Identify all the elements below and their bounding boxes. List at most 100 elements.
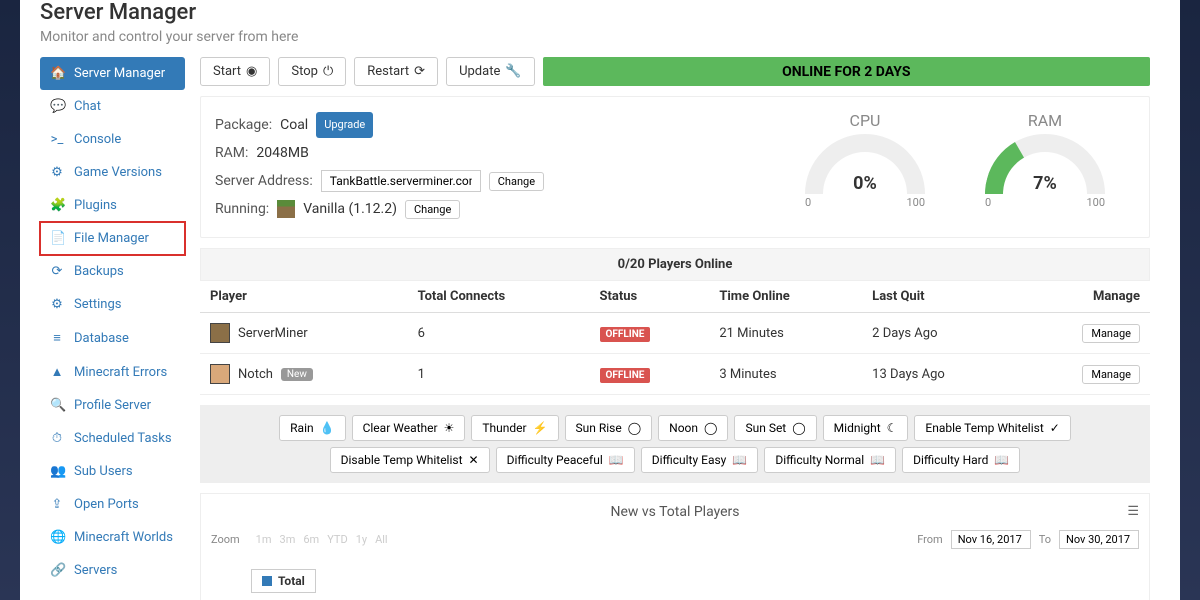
manage-player-button[interactable]: Manage [1082,365,1140,384]
action-difficulty-normal[interactable]: Difficulty Normal 📖 [764,447,896,473]
page-title: Server Manager [40,0,1150,25]
page-subtitle: Monitor and control your server from her… [40,29,1150,45]
sidebar-icon: 📄 [50,231,64,246]
zoom-6m[interactable]: 6m [303,533,319,546]
running-label: Running: [215,195,269,223]
action-icon: ◯ [792,421,805,435]
decorative-border [1180,0,1200,600]
action-sun-rise[interactable]: Sun Rise ◯ [565,415,653,441]
sidebar-icon: 🏠 [50,66,64,81]
power-icon: ⏻ [323,64,333,79]
sidebar-item-backups[interactable]: ⟳Backups [40,255,185,288]
refresh-icon: ⟳ [414,64,425,79]
sidebar-icon: ⚙ [50,297,64,312]
sidebar: 🏠Server Manager💬Chat>_Console⚙Game Versi… [40,57,185,600]
sidebar-item-open-ports[interactable]: ⇪Open Ports [40,488,185,521]
action-thunder[interactable]: Thunder ⚡ [471,415,558,441]
sidebar-icon: >_ [50,132,64,147]
players-online-header: 0/20 Players Online [200,248,1150,281]
sidebar-item-game-versions[interactable]: ⚙Game Versions [40,156,185,189]
update-button[interactable]: Update 🔧 [446,57,534,86]
sidebar-icon: ⟳ [50,264,64,279]
action-disable-temp-whitelist[interactable]: Disable Temp Whitelist ✕ [330,447,490,473]
action-clear-weather[interactable]: Clear Weather ☀ [352,415,466,441]
sidebar-item-file-manager[interactable]: 📄File Manager [40,222,185,255]
sidebar-item-plugins[interactable]: 🧩Plugins [40,189,185,222]
zoom-ytd[interactable]: YTD [327,533,347,546]
sidebar-icon: 🔗 [50,563,64,578]
addr-label: Server Address: [215,167,313,195]
action-difficulty-peaceful[interactable]: Difficulty Peaceful 📖 [496,447,635,473]
action-icon: ⚡ [533,421,548,435]
ram-gauge: RAM 7% 0100 [975,111,1115,223]
chart-title: New vs Total Players [211,504,1139,520]
action-sun-set[interactable]: Sun Set ◯ [734,415,816,441]
zoom-1y[interactable]: 1y [356,533,367,546]
legend-swatch [262,576,272,586]
decorative-border [0,0,20,600]
zoom-1m[interactable]: 1m [256,533,272,546]
action-enable-temp-whitelist[interactable]: Enable Temp Whitelist ✓ [914,415,1070,441]
players-table: Player Total Connects Status Time Online… [200,281,1150,395]
sidebar-icon: 🧩 [50,198,64,213]
stop-button[interactable]: Stop ⏻ [278,57,346,86]
chart-to-input[interactable] [1059,530,1139,549]
sidebar-icon: 🌐 [50,530,64,545]
action-icon: 📖 [609,453,624,467]
action-noon[interactable]: Noon ◯ [658,415,728,441]
new-badge: New [281,368,313,381]
sidebar-item-settings[interactable]: ⚙Settings [40,288,185,321]
action-rain[interactable]: Rain 💧 [279,415,345,441]
sidebar-icon: ≡ [50,330,64,346]
sidebar-item-server-manager[interactable]: 🏠Server Manager [40,57,185,90]
action-icon: ◯ [628,421,641,435]
minecraft-icon [277,200,295,218]
chart-panel: ☰ New vs Total Players Zoom 1m3m6mYTD1yA… [200,493,1150,600]
server-address-input[interactable] [321,170,481,192]
action-icon: ◯ [704,421,717,435]
chart-menu-icon[interactable]: ☰ [1127,504,1139,519]
action-difficulty-hard[interactable]: Difficulty Hard 📖 [902,447,1020,473]
sidebar-item-chat[interactable]: 💬Chat [40,90,185,123]
zoom-3m[interactable]: 3m [280,533,296,546]
chart-from-input[interactable] [951,530,1031,549]
action-midnight[interactable]: Midnight ☾ [823,415,909,441]
manage-player-button[interactable]: Manage [1082,324,1140,343]
package-value: Coal [280,111,308,139]
action-difficulty-easy[interactable]: Difficulty Easy 📖 [641,447,759,473]
action-icon: ☀ [444,421,455,435]
sidebar-item-console[interactable]: >_Console [40,123,185,156]
sidebar-icon: 🔍 [50,398,64,413]
sidebar-item-servers[interactable]: 🔗Servers [40,554,185,587]
cpu-gauge: CPU 0% 0100 [795,111,935,223]
running-value: Vanilla (1.12.2) [303,195,397,223]
change-version-button[interactable]: Change [405,200,460,219]
action-icon: 💧 [320,421,335,435]
avatar [210,364,230,384]
restart-button[interactable]: Restart ⟳ [354,57,438,86]
chart-legend[interactable]: Total [251,569,316,593]
page-header: Server Manager Monitor and control your … [40,0,1150,57]
sidebar-item-minecraft-errors[interactable]: ▲Minecraft Errors [40,355,185,389]
wrench-icon: 🔧 [505,64,521,79]
play-icon: ◉ [246,64,257,79]
start-button[interactable]: Start ◉ [200,57,270,86]
status-badge: OFFLINE [600,368,651,383]
sidebar-item-minecraft-worlds[interactable]: 🌐Minecraft Worlds [40,521,185,554]
sidebar-item-scheduled-tasks[interactable]: ⏱Scheduled Tasks [40,422,185,455]
status-bar: ONLINE FOR 2 DAYS [543,57,1150,86]
sidebar-icon: ▲ [50,364,64,380]
table-row: ServerMiner6OFFLINE21 Minutes2 Days AgoM… [200,313,1150,354]
sidebar-item-sub-users[interactable]: 👥Sub Users [40,455,185,488]
change-address-button[interactable]: Change [489,172,544,191]
sidebar-icon: ⇪ [50,497,64,512]
sidebar-item-profile-server[interactable]: 🔍Profile Server [40,389,185,422]
upgrade-button[interactable]: Upgrade [316,112,373,138]
sidebar-item-database[interactable]: ≡Database [40,321,185,355]
avatar [210,323,230,343]
ram-value: 2048MB [256,139,308,167]
sidebar-icon: 👥 [50,464,64,479]
zoom-all[interactable]: All [375,533,388,546]
table-row: Notch New1OFFLINE3 Minutes13 Days AgoMan… [200,354,1150,395]
status-badge: OFFLINE [600,327,651,342]
